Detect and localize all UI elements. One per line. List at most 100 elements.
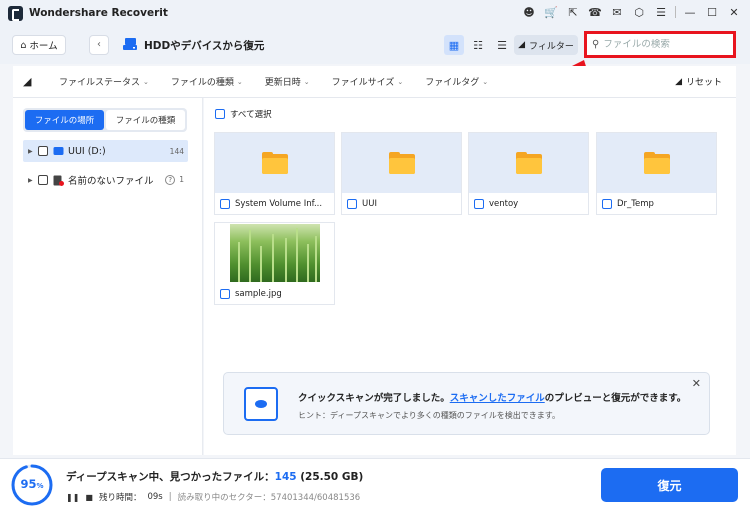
checkbox[interactable] [220, 289, 230, 299]
view-mode-group: ▦ ☷ ☰ [444, 35, 512, 55]
tree-item-unnamed[interactable]: ▶ 名前のないファイル ? 1 [23, 169, 188, 191]
stop-icon[interactable]: ■ [85, 493, 93, 502]
select-all-checkbox[interactable] [215, 109, 225, 119]
chevron-down-icon: ⌄ [143, 77, 149, 86]
checkbox[interactable] [38, 146, 48, 156]
expand-arrow-icon[interactable]: ▶ [28, 177, 38, 184]
tab-file-location[interactable]: ファイルの場所 [25, 110, 104, 130]
file-tile[interactable]: Dr_Temp [596, 132, 717, 215]
checkbox[interactable] [38, 175, 48, 185]
select-all-label: すべて選択 [230, 110, 272, 120]
filter-file-status[interactable]: ファイルステータス ⌄ [59, 75, 149, 89]
found-count: 145 [274, 471, 297, 483]
filter-bar: ◢ ファイルステータス ⌄ ファイルの種類 ⌄ 更新日時 ⌄ ファイルサイズ ⌄ ファイ… [13, 66, 736, 98]
file-tile[interactable]: ventoy [468, 132, 589, 215]
package-icon[interactable]: ⬡ [631, 4, 647, 20]
file-tile[interactable]: System Volume Inf... [214, 132, 335, 215]
close-icon[interactable]: ✕ [692, 377, 701, 390]
detail-list-view-button[interactable]: ☷ [468, 35, 488, 55]
funnel-icon: ◢ [518, 40, 526, 50]
chevron-down-icon: ⌄ [397, 77, 404, 86]
checkbox[interactable] [474, 199, 484, 209]
search-input[interactable] [603, 39, 714, 50]
maximize-icon[interactable]: ☐ [704, 4, 720, 20]
filter-label: フィルター [529, 41, 574, 52]
filter-file-size[interactable]: ファイルサイズ ⌄ [332, 75, 404, 89]
expand-arrow-icon[interactable]: ▶ [28, 148, 38, 155]
window-controls: ☻ 🛒 ⇱ ☎ ✉ ⬡ ☰ — ☐ ✕ [521, 4, 742, 20]
preview-scan-icon [244, 387, 278, 421]
file-name: System Volume Inf... [235, 199, 323, 209]
search-box[interactable]: ⚲ [584, 31, 736, 58]
chevron-down-icon: ⌄ [303, 77, 310, 86]
file-tile[interactable]: UUI [341, 132, 462, 215]
chevron-down-icon: ⌄ [236, 77, 243, 86]
chevron-left-icon: ‹ [97, 39, 101, 50]
cart-icon[interactable]: 🛒 [543, 4, 559, 20]
menu-icon[interactable]: ☰ [653, 4, 669, 20]
file-tile[interactable]: sample.jpg [214, 222, 335, 305]
notice-hint: ヒント：ディープスキャンでより多くの種類のファイルを検出できます。 [298, 411, 560, 420]
minimize-icon[interactable]: — [682, 4, 698, 20]
remaining-label: 残り時間： [98, 493, 142, 503]
export-icon[interactable]: ⇱ [565, 4, 581, 20]
remaining-value: 09s [147, 492, 163, 502]
close-icon[interactable]: ✕ [726, 4, 742, 20]
progress-percent: 95% [20, 477, 44, 491]
sectors-text: 読み取り中のセクター：57401344/60481536 [177, 493, 361, 503]
toolbar: ⌂ ホーム ‹ HDDやデバイスから復元 ▦ ☷ ☰ ◢ フィルター ⚲ [0, 26, 750, 64]
filter-modified-date[interactable]: 更新日時 ⌄ [265, 75, 310, 89]
recover-button[interactable]: 復元 [601, 468, 738, 502]
tab-file-type[interactable]: ファイルの種類 [106, 110, 185, 130]
tree-item-label: UUI (D:) [68, 145, 106, 157]
file-name: sample.jpg [235, 289, 282, 299]
found-size: (25.50 GB) [300, 471, 364, 483]
title-divider [675, 6, 676, 18]
tile-thumbnail [215, 223, 334, 283]
reset-button[interactable]: ◢ リセット [675, 75, 722, 89]
account-icon[interactable]: ☻ [521, 4, 537, 20]
home-button[interactable]: ⌂ ホーム [12, 35, 66, 55]
select-all[interactable]: すべて選択 [215, 108, 272, 120]
search-icon: ⚲ [592, 39, 600, 50]
lost-file-icon [53, 175, 64, 186]
folder-icon [261, 152, 288, 174]
tree-item-drive[interactable]: ▶ UUI (D:) 144 [23, 140, 188, 162]
folder-icon [388, 152, 415, 174]
location-title: HDDやデバイスから復元 [144, 40, 265, 52]
grid-view-button[interactable]: ▦ [444, 35, 464, 55]
tile-thumbnail [342, 133, 461, 193]
back-button[interactable]: ‹ [89, 35, 109, 55]
filter-button[interactable]: ◢ フィルター [514, 35, 578, 55]
help-icon[interactable]: ? [165, 175, 176, 185]
sidebar: ファイルの場所 ファイルの種類 ▶ UUI (D:) 144 ▶ 名前のないファ… [13, 98, 203, 455]
scan-complete-notice: クイックスキャンが完了しました。スキャンしたファイルのプレビューと復元ができます… [223, 372, 710, 435]
notice-message: クイックスキャンが完了しました。スキャンしたファイルのプレビューと復元ができます… [298, 393, 687, 404]
file-name: ventoy [489, 199, 519, 209]
mail-icon[interactable]: ✉ [609, 4, 625, 20]
app-title: Wondershare Recoverit [29, 7, 168, 19]
sidebar-tabs: ファイルの場所 ファイルの種類 [23, 108, 187, 132]
tile-thumbnail [597, 133, 716, 193]
reset-filter-icon: ◢ [675, 76, 682, 87]
scanned-files-link[interactable]: スキャンしたファイル [450, 393, 545, 404]
tile-thumbnail [215, 133, 334, 193]
home-icon: ⌂ [20, 39, 27, 51]
checkbox[interactable] [220, 199, 230, 209]
pause-icon[interactable]: ❚❚ [66, 493, 79, 502]
checkbox[interactable] [347, 199, 357, 209]
chevron-down-icon: ⌄ [482, 77, 489, 86]
checkbox[interactable] [602, 199, 612, 209]
filter-funnel-icon: ◢ [23, 75, 32, 88]
headset-icon[interactable]: ☎ [587, 4, 603, 20]
file-name: UUI [362, 199, 377, 209]
list-view-button[interactable]: ☰ [492, 35, 512, 55]
filter-file-type[interactable]: ファイルの種類 ⌄ [171, 75, 243, 89]
tree-item-label: 名前のないファイル [68, 176, 154, 187]
file-name: Dr_Temp [617, 199, 654, 209]
meta-divider: | [168, 492, 172, 502]
folder-icon [515, 152, 542, 174]
filter-file-tag[interactable]: ファイルタグ ⌄ [425, 75, 489, 89]
recoverit-logo-icon [8, 5, 23, 21]
item-count: 144 [169, 146, 184, 156]
